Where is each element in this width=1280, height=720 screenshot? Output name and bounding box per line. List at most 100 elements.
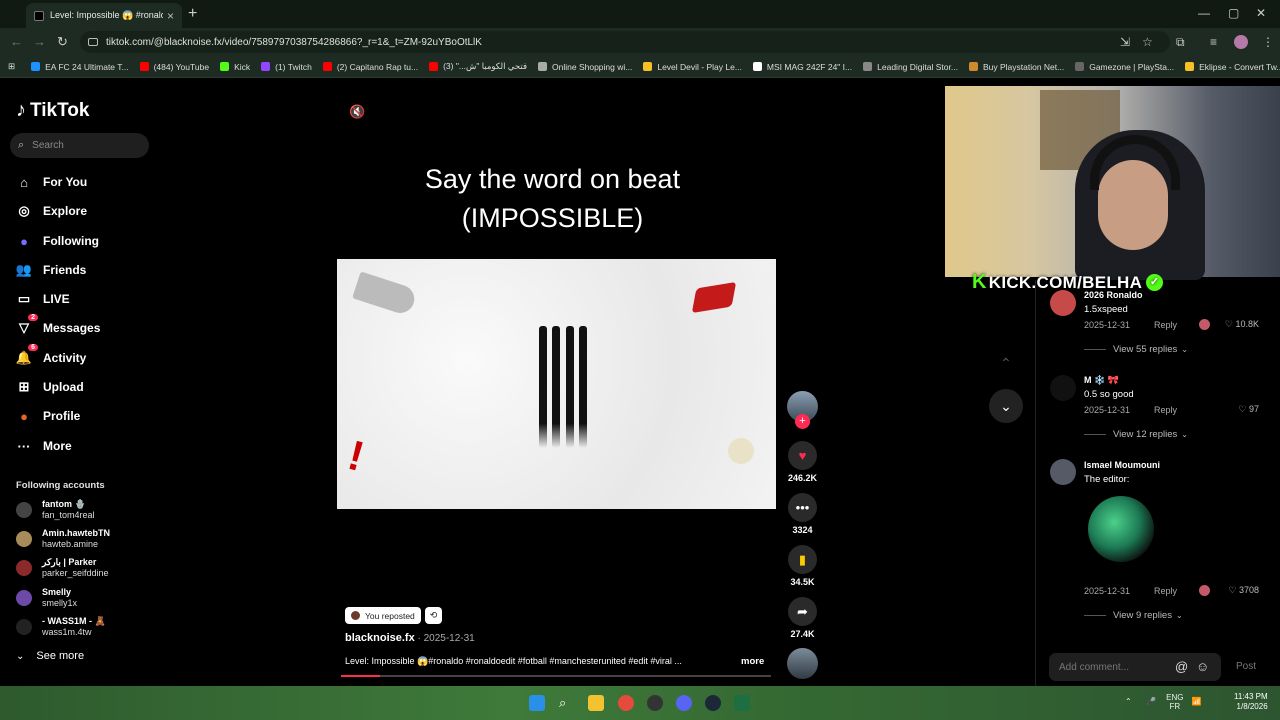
upload-icon: ⊞: [18, 379, 30, 394]
sidebar-item-live[interactable]: ▭ LIVE: [16, 289, 70, 309]
post-comment-button[interactable]: Post: [1236, 661, 1256, 672]
sidebar-item-following[interactable]: ● Following: [16, 231, 99, 251]
reload-icon[interactable]: ↻: [57, 34, 68, 50]
previous-video-chevron-up-icon[interactable]: ⌃: [989, 346, 1023, 380]
taskbar-clock[interactable]: 11:43 PM 1/8/2026: [1234, 692, 1268, 712]
windows-start-icon[interactable]: [529, 695, 545, 711]
mute-icon[interactable]: 🔇: [349, 104, 365, 120]
taskbar-search-icon[interactable]: ⌕: [559, 695, 575, 711]
view-replies-button[interactable]: View 9 replies ⌄: [1084, 610, 1183, 621]
see-more-button[interactable]: ⌄ See more: [16, 650, 84, 662]
sidebar-item-more[interactable]: ··· More: [16, 436, 72, 456]
steam-icon[interactable]: [705, 695, 721, 711]
maximize-icon[interactable]: ▢: [1228, 6, 1239, 20]
sidebar-item-messages[interactable]: ▽ 2 Messages: [16, 314, 100, 338]
following-account-item[interactable]: Amin.hawtebTN hawteb.amine: [16, 528, 110, 550]
new-tab-button[interactable]: +: [188, 5, 197, 23]
apps-grid-icon[interactable]: ⊞: [8, 61, 15, 72]
site-info-icon[interactable]: [88, 38, 98, 46]
bookmark-item[interactable]: MSI MAG 242F 24" I...: [752, 62, 852, 72]
bookmark-item[interactable]: (2) Capitano Rap tu...: [322, 62, 418, 72]
comment-author[interactable]: 2026 Ronaldo: [1084, 290, 1143, 300]
search-placeholder: Search: [32, 140, 64, 151]
microphone-icon[interactable]: 🎤: [1146, 697, 1156, 706]
comment-like-button[interactable]: ♡ 10.8K: [1225, 319, 1259, 330]
comment-avatar[interactable]: [1050, 375, 1076, 401]
emoji-icon[interactable]: ☺: [1196, 659, 1209, 674]
address-bar[interactable]: tiktok.com/@blacknoise.fx/video/75897970…: [80, 31, 1170, 53]
system-tray[interactable]: ⌃ 🎤 ENG FR 📶: [1125, 693, 1202, 711]
sidebar-item-explore[interactable]: ◎ Explore: [16, 201, 87, 221]
profile-avatar[interactable]: [1234, 35, 1248, 49]
sidebar-item-friends[interactable]: 👥 Friends: [16, 260, 86, 280]
reposted-badge[interactable]: You reposted: [345, 607, 421, 624]
comment-author[interactable]: M ❄️ 🎀: [1084, 375, 1119, 386]
sidebar-item-upload[interactable]: ⊞ Upload: [16, 377, 84, 397]
follow-plus-icon[interactable]: +: [795, 414, 810, 429]
install-app-icon[interactable]: ⇲: [1120, 35, 1130, 49]
extensions-icon[interactable]: ⧉: [1176, 35, 1185, 50]
following-account-item[interactable]: باركر | Parker parker_seifddine: [16, 557, 109, 579]
like-button[interactable]: ♥ 246.2K: [788, 441, 817, 483]
discord-icon[interactable]: [676, 695, 692, 711]
caption-more-button[interactable]: more: [741, 656, 764, 667]
music-disc-avatar[interactable]: [787, 648, 818, 679]
view-replies-button[interactable]: View 55 replies ⌄: [1084, 344, 1188, 355]
kick-logo-icon: K: [972, 271, 987, 293]
video-progress-bar[interactable]: [341, 675, 771, 677]
mention-icon[interactable]: @: [1175, 659, 1188, 674]
media-control-icon[interactable]: ≡: [1210, 35, 1217, 49]
brain-sticker-image[interactable]: [1088, 496, 1154, 562]
obs-icon[interactable]: [647, 695, 663, 711]
chrome-icon[interactable]: [618, 695, 634, 711]
menu-kebab-icon[interactable]: ⋮: [1262, 35, 1274, 49]
bookmark-item[interactable]: Kick: [220, 62, 250, 72]
bookmark-item[interactable]: Eklipse - Convert Tw...: [1185, 62, 1280, 72]
chevron-up-icon[interactable]: ⌃: [1125, 697, 1132, 706]
comment-button[interactable]: ••• 3324: [788, 493, 817, 535]
sidebar-item-profile[interactable]: ● Profile: [16, 406, 80, 426]
repost-icon[interactable]: ⟲: [425, 607, 442, 624]
following-account-item[interactable]: fantom 🪬 fan_tom4real: [16, 499, 95, 521]
sidebar-item-for-you[interactable]: ⌂ For You: [16, 172, 87, 192]
bookmark-item[interactable]: EA FC 24 Ultimate T...: [31, 62, 129, 72]
bookmark-item[interactable]: (1) Twitch: [261, 62, 312, 72]
following-account-item[interactable]: Smelly smelly1x: [16, 587, 77, 609]
comment-avatar[interactable]: [1050, 290, 1076, 316]
wifi-icon[interactable]: 📶: [1192, 697, 1202, 706]
minimize-icon[interactable]: —: [1198, 6, 1210, 20]
view-replies-button[interactable]: View 12 replies ⌄: [1084, 429, 1188, 440]
forward-icon[interactable]: →: [33, 34, 46, 49]
comment-author[interactable]: Ismael Moumouni: [1084, 460, 1160, 470]
comment-avatar[interactable]: [1050, 459, 1076, 485]
reply-button[interactable]: Reply: [1154, 586, 1177, 596]
bookmark-item[interactable]: Leading Digital Stor...: [863, 62, 958, 72]
back-icon[interactable]: ←: [10, 34, 23, 49]
bookmark-item[interactable]: Online Shopping wi...: [538, 62, 632, 72]
reply-button[interactable]: Reply: [1154, 320, 1177, 330]
bookmark-item[interactable]: Gamezone | PlaySta...: [1075, 62, 1174, 72]
bookmark-star-icon[interactable]: ☆: [1142, 35, 1153, 49]
share-button[interactable]: ➦ 27.4K: [788, 597, 817, 639]
tab-close-icon[interactable]: ×: [167, 9, 174, 23]
file-explorer-icon[interactable]: [588, 695, 604, 711]
reply-button[interactable]: Reply: [1154, 405, 1177, 415]
excel-icon[interactable]: [734, 695, 750, 711]
comment-like-button[interactable]: ♡ 97: [1238, 404, 1259, 415]
browser-tab[interactable]: Level: Impossible 😱 #ronaldo ×: [26, 3, 182, 28]
close-window-icon[interactable]: ✕: [1256, 6, 1266, 20]
next-video-chevron-down-icon[interactable]: ⌄: [989, 389, 1023, 423]
language-indicator[interactable]: ENG FR: [1166, 693, 1183, 711]
bookmark-item[interactable]: فتحي الكومبا "ش..." (3): [429, 61, 527, 72]
following-account-item[interactable]: - WASS1M - 🧸 wass1m.4tw: [16, 616, 106, 638]
save-button[interactable]: ▮ 34.5K: [788, 545, 817, 587]
search-input[interactable]: ⌕ Search: [10, 133, 149, 158]
bookmark-item[interactable]: Level Devil - Play Le...: [643, 62, 742, 72]
sidebar-item-activity[interactable]: 🔔 6 Activity: [16, 344, 86, 368]
bookmark-item[interactable]: Buy Playstation Net...: [968, 62, 1064, 72]
video-author[interactable]: blacknoise.fx · 2025-12-31: [345, 632, 475, 644]
comment-text: 1.5xspeed: [1084, 304, 1128, 315]
bookmark-item[interactable]: (484) YouTube: [139, 62, 209, 72]
comment-like-button[interactable]: ♡ 3708: [1228, 585, 1259, 596]
tiktok-logo[interactable]: ♪ TikTok: [16, 99, 89, 122]
